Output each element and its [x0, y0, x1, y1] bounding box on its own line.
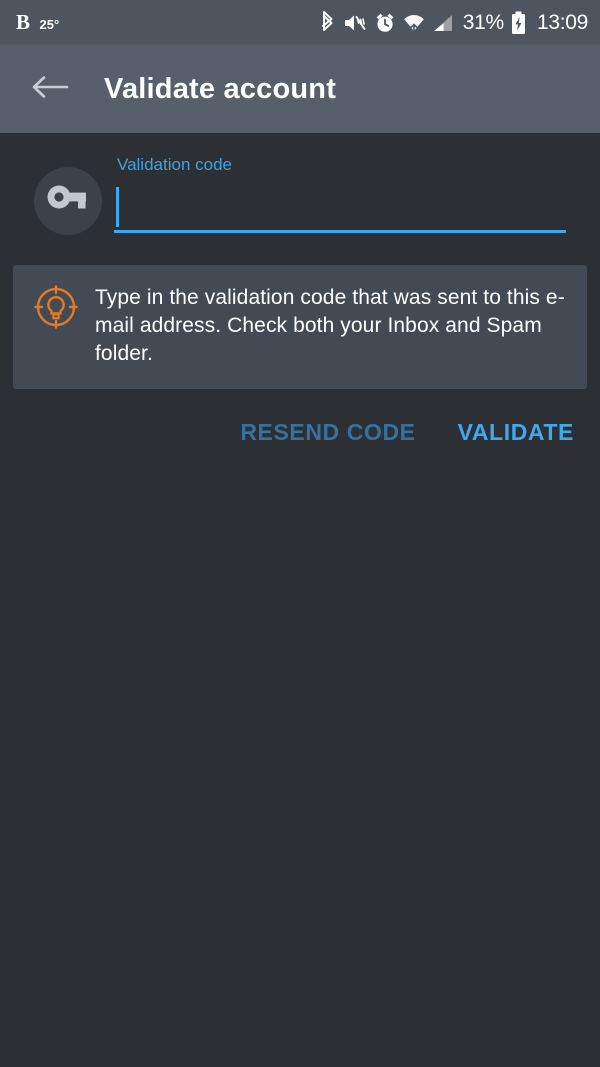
info-card-icon-wrap	[33, 284, 79, 334]
validation-code-input[interactable]	[114, 183, 566, 231]
mute-vibrate-icon	[343, 12, 367, 34]
weather-provider-letter: B	[16, 10, 31, 34]
validate-button[interactable]: VALIDATE	[456, 415, 576, 450]
field-avatar	[34, 167, 102, 235]
back-arrow-icon	[31, 73, 69, 106]
validation-code-field-row: Validation code	[0, 133, 600, 235]
action-bar: RESEND CODE VALIDATE	[0, 389, 600, 450]
status-bar-left: B 25°	[16, 12, 59, 33]
lightbulb-idea-icon	[34, 284, 78, 334]
phone-screen: B 25° 31% 13:09 Validate account Validat…	[0, 0, 600, 1067]
alarm-clock-icon	[374, 12, 396, 34]
validation-code-input-wrap[interactable]	[114, 183, 566, 234]
validation-code-label: Validation code	[117, 155, 232, 174]
weather-temperature: 25°	[39, 17, 60, 32]
key-icon	[46, 182, 90, 221]
wifi-icon	[403, 13, 425, 33]
bluetooth-icon	[319, 10, 336, 35]
status-bar-clock: 13:09	[536, 10, 588, 34]
back-button[interactable]	[28, 67, 72, 111]
status-bar-right: 31% 13:09	[319, 10, 588, 35]
resend-code-button[interactable]: RESEND CODE	[238, 415, 417, 450]
battery-percentage-label: 31%	[462, 10, 504, 34]
content-area: Validation code Type in the validation c…	[0, 133, 600, 1067]
cellular-signal-icon	[432, 13, 454, 33]
battery-charging-icon	[511, 11, 526, 35]
field-column: Validation code	[114, 153, 566, 234]
app-bar: Validate account	[0, 45, 600, 133]
info-card-text: Type in the validation code that was sen…	[95, 286, 565, 365]
info-card: Type in the validation code that was sen…	[13, 265, 587, 389]
status-bar: B 25° 31% 13:09	[0, 0, 600, 45]
page-title: Validate account	[104, 72, 337, 105]
